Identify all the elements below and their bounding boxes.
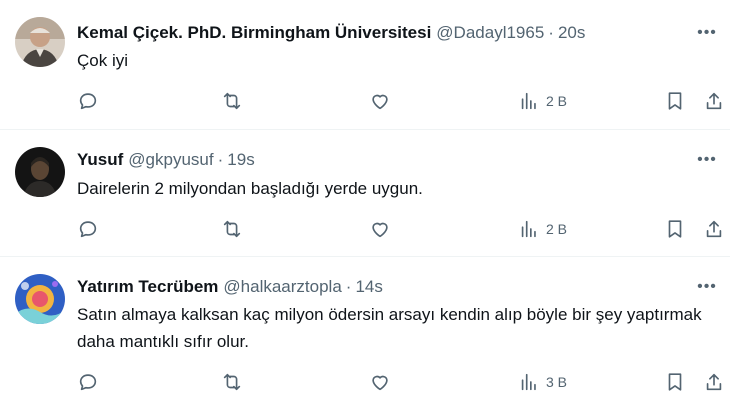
reply-button[interactable]	[77, 89, 99, 113]
views-button[interactable]: 2 B	[518, 217, 567, 241]
reply-button[interactable]	[77, 370, 99, 394]
like-button[interactable]	[369, 89, 391, 113]
retweet-icon	[223, 373, 241, 391]
author-handle[interactable]: @gkpyusuf	[128, 149, 213, 171]
like-button[interactable]	[369, 217, 391, 241]
separator: ·	[548, 23, 554, 42]
tweet[interactable]: Yusuf @gkpyusuf · 19s ••• Dairelerin 2 m…	[0, 130, 730, 257]
like-icon	[372, 222, 388, 238]
views-icon	[521, 373, 536, 391]
avatar[interactable]	[15, 147, 65, 197]
more-icon[interactable]: •••	[692, 22, 722, 44]
tweet-text: Satın almaya kalksan kaç milyon ödersin …	[77, 305, 702, 351]
more-icon[interactable]: •••	[692, 149, 722, 171]
views-button[interactable]: 3 B	[518, 370, 567, 394]
bookmark-button[interactable]	[664, 217, 686, 241]
retweet-button[interactable]	[221, 217, 243, 241]
reply-icon	[79, 374, 97, 391]
retweet-icon	[223, 92, 241, 110]
author-name[interactable]: Yatırım Tecrübem	[77, 276, 218, 298]
retweet-button[interactable]	[221, 370, 243, 394]
views-count: 2 B	[546, 93, 568, 109]
share-icon	[706, 373, 722, 391]
views-icon	[521, 92, 536, 110]
tweet[interactable]: Kemal Çiçek. PhD. Birmingham Üniversites…	[0, 0, 730, 130]
views-count: 3 B	[546, 374, 568, 390]
tweet[interactable]: Yatırım Tecrübem @halkaarztopla · 14s ••…	[0, 257, 730, 420]
views-count: 2 B	[546, 221, 568, 237]
tweet-actions: 3 B	[77, 370, 730, 394]
reply-feed: Kemal Çiçek. PhD. Birmingham Üniversites…	[0, 0, 730, 420]
retweet-icon	[223, 220, 241, 238]
timestamp[interactable]: 14s	[355, 276, 382, 298]
avatar[interactable]	[15, 274, 65, 324]
share-icon	[706, 220, 722, 238]
reply-icon	[79, 93, 97, 110]
views-button[interactable]: 2 B	[518, 89, 567, 113]
more-icon[interactable]: •••	[692, 276, 722, 298]
reply-icon	[79, 221, 97, 238]
tweet-actions: 2 B	[77, 217, 730, 241]
like-icon	[372, 94, 388, 110]
bookmark-button[interactable]	[664, 89, 686, 113]
retweet-button[interactable]	[221, 89, 243, 113]
timestamp[interactable]: 20s	[558, 22, 585, 44]
bookmark-icon	[668, 220, 682, 238]
bookmark-icon	[668, 92, 682, 110]
tweet-actions: 2 B	[77, 89, 730, 113]
bookmark-icon	[668, 373, 682, 391]
bookmark-button[interactable]	[664, 370, 686, 394]
tweet-header: Yusuf @gkpyusuf · 19s	[77, 149, 690, 171]
share-button[interactable]	[703, 89, 725, 113]
timestamp[interactable]: 19s	[227, 149, 254, 171]
author-handle[interactable]: @halkaarztopla	[223, 276, 341, 298]
author-handle[interactable]: @Dadayl1965	[436, 22, 544, 44]
separator: ·	[217, 150, 224, 169]
author-name[interactable]: Yusuf	[77, 149, 123, 171]
tweet-header: Kemal Çiçek. PhD. Birmingham Üniversites…	[77, 22, 690, 44]
share-button[interactable]	[703, 370, 725, 394]
like-button[interactable]	[369, 370, 391, 394]
share-icon	[706, 92, 722, 110]
author-name[interactable]: Kemal Çiçek. PhD. Birmingham Üniversites…	[77, 22, 431, 44]
like-icon	[372, 375, 388, 391]
separator: ·	[345, 277, 352, 296]
tweet-text: Çok iyi	[77, 51, 129, 70]
tweet-text: Dairelerin 2 milyondan başladığı yerde u…	[77, 179, 423, 198]
views-icon	[521, 220, 536, 238]
avatar[interactable]	[15, 17, 65, 67]
tweet-header: Yatırım Tecrübem @halkaarztopla · 14s	[77, 276, 690, 298]
reply-button[interactable]	[77, 217, 99, 241]
share-button[interactable]	[703, 217, 725, 241]
